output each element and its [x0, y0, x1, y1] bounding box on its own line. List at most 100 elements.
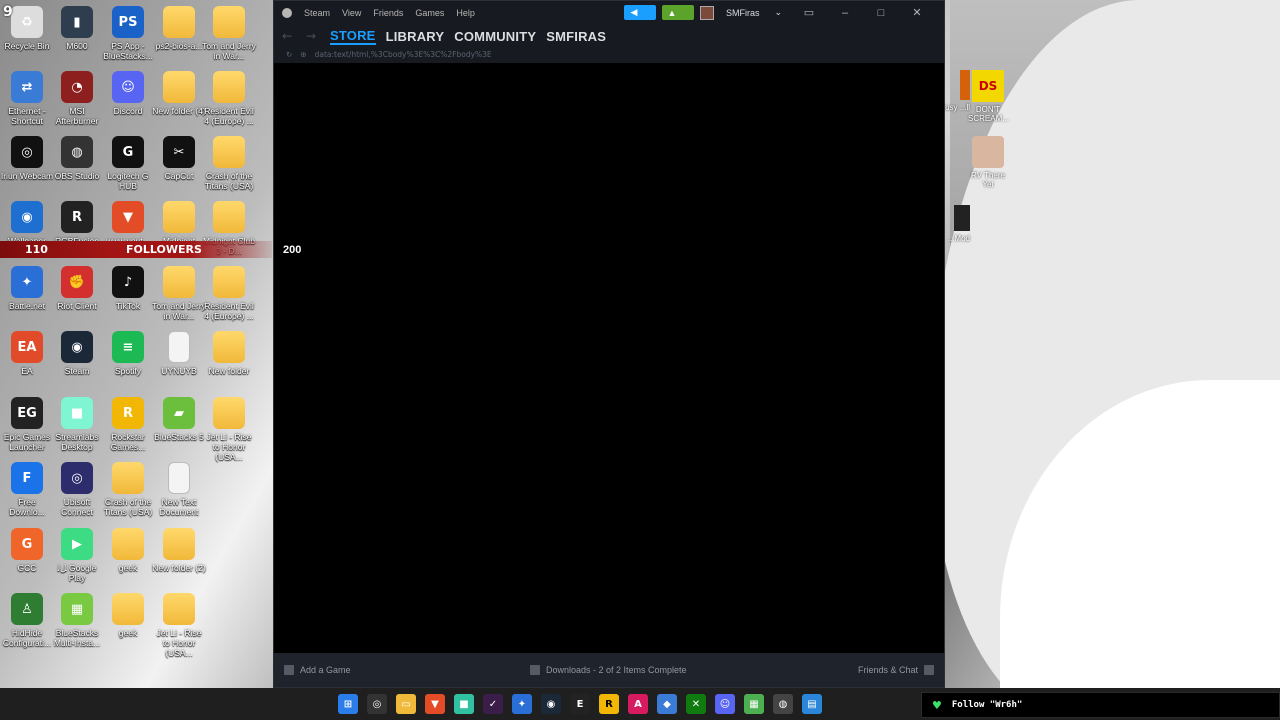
- desktop-icon[interactable]: ▦ BlueStacks Multi-Insta...: [50, 593, 104, 648]
- downloads-button[interactable]: Downloads - 2 of 2 Items Complete: [530, 665, 687, 675]
- desktop-icon[interactable]: RV There Yet: [968, 136, 1008, 189]
- menu-steam[interactable]: Steam: [304, 8, 330, 18]
- desktop-icon[interactable]: ♙ HidHide Configurati...: [0, 593, 54, 648]
- desktop-icon[interactable]: Resident Evil 4 (Europe) ...: [202, 71, 256, 126]
- app-icon[interactable]: ▤: [802, 694, 822, 714]
- desktop-icon[interactable]: geek: [101, 593, 155, 638]
- steam-content[interactable]: 200: [274, 63, 944, 655]
- app-icon[interactable]: ✓: [483, 694, 503, 714]
- menu-games[interactable]: Games: [415, 8, 444, 18]
- big-picture-icon[interactable]: ▭: [800, 6, 818, 19]
- desktop-icon[interactable]: Midnight: [152, 201, 206, 246]
- desktop-icon[interactable]: ◉Wallpaper: [0, 201, 54, 246]
- desktop-icon-label: New Text Document: [159, 497, 199, 517]
- reload-icon[interactable]: ↻: [286, 50, 292, 59]
- battlenet-icon[interactable]: ✦: [512, 694, 532, 714]
- desktop-icon[interactable]: G Logitech G HUB: [101, 136, 155, 191]
- desktop-icon[interactable]: Jet Li - Rise to Honor (USA...: [152, 593, 206, 658]
- megaphone-icon: ◀: [630, 7, 638, 17]
- maximize-icon[interactable]: □: [872, 7, 890, 19]
- desktop-icon[interactable]: ◔ MSI Afterburner: [50, 71, 104, 126]
- desktop-icon[interactable]: RRGBFusion: [50, 201, 104, 246]
- desktop-icon[interactable]: G GCC: [0, 528, 54, 573]
- desktop-icon[interactable]: Tom and Jerry in War...: [152, 266, 206, 321]
- rockstar-icon[interactable]: R: [599, 694, 619, 714]
- desktop-icon[interactable]: UYNUYB: [152, 331, 206, 376]
- add-game-button[interactable]: Add a Game: [284, 665, 351, 675]
- desktop-icon[interactable]: ▶ ﻞﻟ Google Play: [50, 528, 104, 583]
- desktop-icon-label: Jet Li - Rise to Honor (USA...: [156, 628, 202, 658]
- desktop-icon[interactable]: R Rockstar Games...: [101, 397, 155, 452]
- desktop-icon[interactable]: Crash of the Titans (USA): [101, 462, 155, 517]
- desktop-icon[interactable]: Crash of the Titans (USA): [202, 136, 256, 191]
- menu-help[interactable]: Help: [456, 8, 475, 18]
- tab-library[interactable]: LIBRARY: [386, 29, 445, 44]
- desktop-icon[interactable]: New folder (2): [152, 528, 206, 573]
- obs-icon[interactable]: ◍: [773, 694, 793, 714]
- back-arrow-icon[interactable]: ←: [282, 29, 296, 43]
- desktop-icon-label: Crash of the Titans (USA): [103, 497, 153, 517]
- desktop-icon[interactable]: ◎ Iriun Webcam: [0, 136, 54, 181]
- menu-friends[interactable]: Friends: [373, 8, 403, 18]
- tab-store[interactable]: STORE: [330, 28, 376, 45]
- close-icon[interactable]: ✕: [908, 6, 926, 19]
- xbox-icon[interactable]: ✕: [686, 694, 706, 714]
- desktop-icon[interactable]: PS PS App - BlueStacks...: [101, 6, 155, 61]
- desktop-icon-label: Logitech G HUB: [107, 171, 149, 191]
- brave-icon[interactable]: ▼: [425, 694, 445, 714]
- desktop-icon[interactable]: EA EA: [0, 331, 54, 376]
- desktop-icon[interactable]: ✦ Battle.net: [0, 266, 54, 311]
- url-text[interactable]: data:text/html,%3Cbody%3E%3C%2Fbody%3E: [315, 50, 492, 59]
- announcements-button[interactable]: ◀: [623, 5, 656, 20]
- app-icon[interactable]: A: [628, 694, 648, 714]
- forward-arrow-icon[interactable]: →: [306, 29, 320, 43]
- desktop-icon[interactable]: DS DON'T SCREAM...: [968, 70, 1009, 123]
- tab-community[interactable]: COMMUNITY: [454, 29, 536, 44]
- desktop-icon[interactable]: F Free Downlo...: [0, 462, 54, 517]
- desktop-icon[interactable]: ✊ Riot Client: [50, 266, 104, 311]
- desktop-icon[interactable]: Jet Li - Rise to Honor (USA...: [202, 397, 256, 462]
- desktop-icon[interactable]: New folder: [202, 331, 256, 376]
- minecraft-icon[interactable]: ▦: [744, 694, 764, 714]
- task-view-icon[interactable]: ◎: [367, 694, 387, 714]
- notifications-button[interactable]: ▲: [661, 5, 694, 20]
- minimize-icon[interactable]: –: [836, 7, 854, 19]
- desktop-icon-label: geek: [118, 563, 138, 573]
- desktop-icon[interactable]: ✂ CapCut: [152, 136, 206, 181]
- desktop-icon[interactable]: ◍ OBS Studio: [50, 136, 104, 181]
- desktop-icon[interactable]: ⇄ Ethernet - Shortcut: [0, 71, 54, 126]
- app-icon[interactable]: ◆: [657, 694, 677, 714]
- desktop-icon-label: EA: [21, 366, 33, 376]
- windows-start-icon[interactable]: ⊞: [338, 694, 358, 714]
- streamlabs-icon[interactable]: ■: [454, 694, 474, 714]
- app-icon: R: [112, 397, 144, 429]
- desktop-icon[interactable]: ▮ M600: [50, 6, 104, 51]
- desktop-icon[interactable]: ps2-bios-a...: [152, 6, 206, 51]
- desktop-icon[interactable]: New Text Document: [152, 462, 206, 517]
- desktop-icon[interactable]: ◉ Steam: [50, 331, 104, 376]
- desktop-icon[interactable]: ▼www.yout...: [101, 201, 155, 246]
- steam-icon[interactable]: ◉: [541, 694, 561, 714]
- desktop-icon[interactable]: ▰ BlueStacks 5: [152, 397, 206, 442]
- desktop-icon[interactable]: New folder (4): [152, 71, 206, 116]
- tab-profile[interactable]: SMFIRAS: [546, 29, 606, 44]
- menu-view[interactable]: View: [342, 8, 361, 18]
- file-explorer-icon[interactable]: ▭: [396, 694, 416, 714]
- desktop-icon[interactable]: geek: [101, 528, 155, 573]
- steam-window[interactable]: Steam View Friends Games Help ◀ ▲ SMFira…: [273, 0, 945, 688]
- user-menu[interactable]: SMFiras ⌄: [699, 5, 794, 20]
- epic-games-icon[interactable]: E: [570, 694, 590, 714]
- desktop-icon[interactable]: ≡ Spotify: [101, 331, 155, 376]
- desktop-icon[interactable]: ☺ Discord: [101, 71, 155, 116]
- desktop-icon[interactable]: EG Epic Games Launcher: [0, 397, 54, 452]
- desktop-icon[interactable]: ■ Streamlabs Desktop: [50, 397, 104, 452]
- app-icon: ▰: [163, 397, 195, 429]
- discord-icon[interactable]: ☺: [715, 694, 735, 714]
- friends-chat-button[interactable]: Friends & Chat: [858, 665, 934, 675]
- desktop-icon[interactable]: Resident Evil 4 (Europe) ...: [202, 266, 256, 321]
- desktop-icon[interactable]: ♪ TikTok: [101, 266, 155, 311]
- desktop-icon-label: ps2-bios-a...: [155, 41, 203, 51]
- desktop-icon[interactable]: ◎ Ubisoft Connect: [50, 462, 104, 517]
- desktop-icon[interactable]: Tom and Jerry in War...: [202, 6, 256, 61]
- desktop-icon-label: RV There Yet: [971, 171, 1005, 189]
